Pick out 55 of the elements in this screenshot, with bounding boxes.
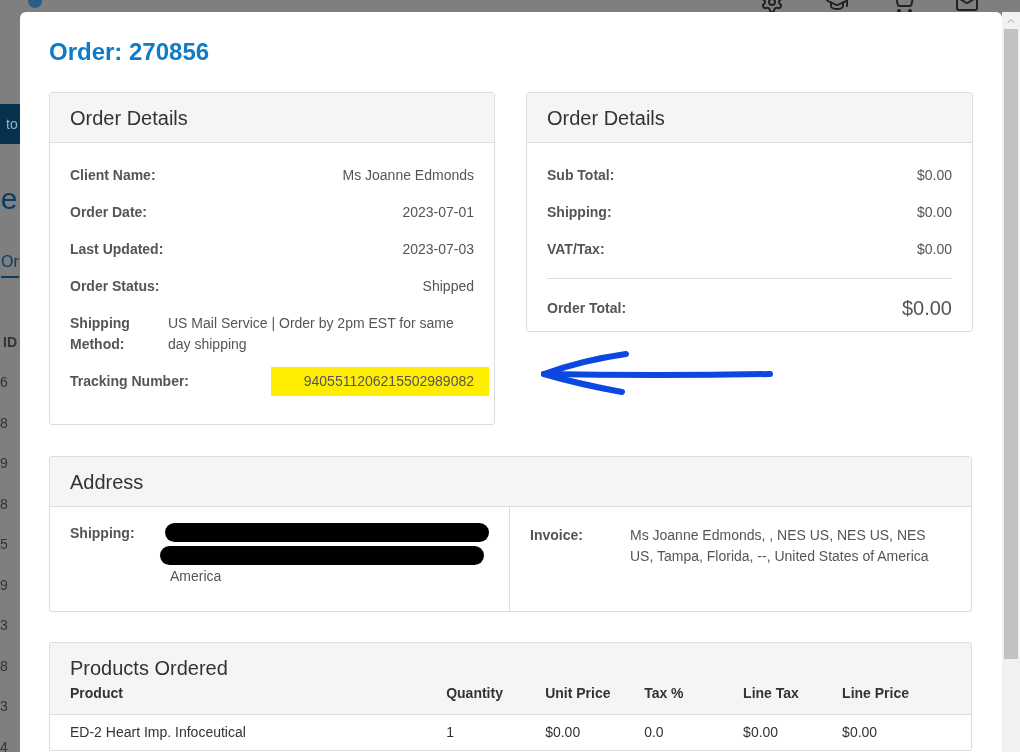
table-cell-text: 3 xyxy=(0,697,8,716)
column-header: Unit Price xyxy=(545,684,612,703)
modal-title: Order: 270856 xyxy=(49,38,211,66)
table-cell-text: 9 xyxy=(0,454,8,473)
table-cell-text: 8 xyxy=(0,413,8,433)
field-label: Tracking Number: xyxy=(70,372,190,391)
field-label: Shipping: xyxy=(70,524,136,543)
table-cell-text: 3 xyxy=(0,616,8,635)
field-value: $0.00 xyxy=(916,240,952,259)
scrollbar[interactable] xyxy=(1002,12,1020,752)
table-cell-text: 8 xyxy=(0,494,8,514)
total-value: $0.00 xyxy=(901,296,952,321)
field-label: Sub Total: xyxy=(547,166,615,185)
table-cell-text: 1 xyxy=(446,723,455,742)
column-header: Product xyxy=(70,684,124,703)
field-value: 9405511206215502989082 xyxy=(271,367,489,396)
table-cell-text: 8 xyxy=(0,656,8,676)
column-header: Line Tax xyxy=(743,684,800,703)
table-cell-text: 5 xyxy=(0,535,8,554)
field-label: Order Date: xyxy=(70,203,148,222)
table-cell-text: $0.00 xyxy=(545,723,582,742)
field-label: Last Updated: xyxy=(70,240,164,259)
column-header: Tax % xyxy=(644,684,685,703)
column-header: Line Price xyxy=(842,684,910,703)
table-header: ID xyxy=(3,333,17,352)
field-label: Order Total: xyxy=(547,298,627,318)
scrollbar-thumb[interactable] xyxy=(1004,29,1018,659)
field-value: $0.00 xyxy=(916,166,952,185)
column-header: Quantity xyxy=(446,684,504,703)
field-value: 2023-07-03 xyxy=(402,240,474,259)
table-cell-text: ED-2 Heart Imp. Infoceutical xyxy=(70,723,247,742)
table-cell-text: 0.0 xyxy=(644,723,665,742)
field-label: Client Name: xyxy=(70,166,156,185)
panel-title: Order Details xyxy=(70,105,188,131)
table-cell-text: $0.00 xyxy=(743,723,780,742)
table-cell-text: 9 xyxy=(0,575,8,595)
field-value: Shipped xyxy=(422,277,474,296)
table-cell-text: 4 xyxy=(0,737,8,752)
field-label: Invoice: xyxy=(530,526,584,545)
field-label: Shipping Method: xyxy=(70,314,131,354)
field-value: US Mail Service | Order by 2pm EST for same day shipping xyxy=(168,314,455,354)
table-cell-text: 6 xyxy=(0,373,8,392)
page-heading: le xyxy=(0,181,18,217)
field-value: Ms Joanne Edmonds xyxy=(342,166,474,185)
field-label: Order Status: xyxy=(70,277,160,296)
field-value: Ms Joanne Edmonds, , NES US, NES US, NES US, Tampa, Florida, --, United States of America xyxy=(630,526,930,566)
field-label: VAT/Tax: xyxy=(547,240,605,259)
table-cell-text: $0.00 xyxy=(842,723,879,742)
panel-title: Address xyxy=(70,469,144,495)
field-value: $0.00 xyxy=(916,203,952,222)
field-label: Shipping: xyxy=(547,203,612,222)
panel-title: Order Details xyxy=(547,105,665,131)
field-value: 2023-07-01 xyxy=(402,203,474,222)
panel-title: Products Ordered xyxy=(70,655,228,681)
field-value: America xyxy=(170,567,223,586)
